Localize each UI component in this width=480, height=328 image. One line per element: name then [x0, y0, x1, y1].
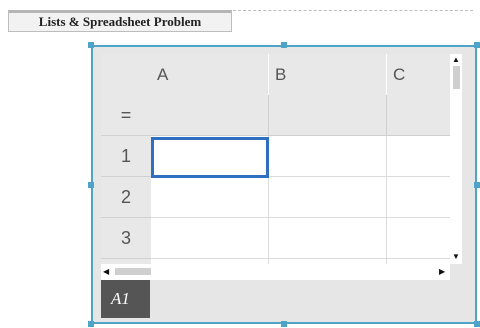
- resize-handle-top[interactable]: [281, 42, 287, 48]
- resize-handle-bottom-left[interactable]: [88, 321, 94, 327]
- spreadsheet-app-frame: A B C = 1 2 3 ▲ ▼ ◀ ▶ A1: [91, 45, 477, 324]
- row-header-1[interactable]: 1: [101, 136, 151, 177]
- column-header-c[interactable]: C: [387, 54, 458, 95]
- column-header-a[interactable]: A: [151, 54, 269, 95]
- vertical-scrollbar[interactable]: ▲ ▼: [450, 54, 462, 264]
- cell-c1[interactable]: [387, 136, 458, 177]
- tab-strip-divider: [233, 10, 473, 11]
- row-header-2[interactable]: 2: [101, 177, 151, 218]
- column-header-a-label: A: [157, 64, 169, 84]
- cell-reference-box[interactable]: A1: [101, 280, 150, 318]
- resize-handle-bottom[interactable]: [281, 321, 287, 327]
- column-header-b[interactable]: B: [269, 54, 387, 95]
- formula-cell-c[interactable]: [387, 95, 458, 136]
- table-row: 2: [101, 177, 458, 218]
- column-header-b-label: B: [275, 64, 287, 84]
- cell-c2[interactable]: [387, 177, 458, 218]
- scroll-down-arrow-icon[interactable]: ▼: [452, 253, 460, 261]
- spreadsheet-grid[interactable]: A B C = 1 2 3: [101, 54, 458, 264]
- column-header-c-label: C: [393, 64, 406, 84]
- cell-b3[interactable]: [269, 218, 387, 259]
- resize-handle-top-left[interactable]: [88, 42, 94, 48]
- resize-handle-bottom-right[interactable]: [474, 321, 480, 327]
- formula-cell-b[interactable]: [269, 95, 387, 136]
- scroll-up-arrow-icon[interactable]: ▲: [452, 56, 460, 64]
- cell-b1[interactable]: [269, 136, 387, 177]
- resize-handle-top-right[interactable]: [474, 42, 480, 48]
- scroll-left-arrow-icon[interactable]: ◀: [103, 268, 109, 276]
- vertical-scroll-thumb[interactable]: [453, 66, 460, 89]
- problem-tab-title: Lists & Spreadsheet Problem: [38, 14, 202, 29]
- horizontal-scrollbar[interactable]: ◀ ▶: [101, 264, 450, 280]
- row-header-3[interactable]: 3: [101, 218, 151, 259]
- horizontal-scroll-thumb[interactable]: [115, 268, 151, 275]
- column-header-row: A B C: [101, 54, 458, 95]
- formula-row-label[interactable]: =: [101, 95, 151, 136]
- scroll-right-arrow-icon[interactable]: ▶: [439, 268, 445, 276]
- formula-cell-a[interactable]: [151, 95, 269, 136]
- problem-tab[interactable]: Lists & Spreadsheet Problem: [8, 10, 232, 32]
- table-row: 3: [101, 218, 458, 259]
- resize-handle-left[interactable]: [88, 182, 94, 188]
- cell-a3[interactable]: [151, 218, 269, 259]
- resize-handle-right[interactable]: [474, 182, 480, 188]
- cell-a2[interactable]: [151, 177, 269, 218]
- selected-cell-highlight: [151, 137, 269, 178]
- cell-b2[interactable]: [269, 177, 387, 218]
- corner-cell[interactable]: [101, 54, 151, 95]
- formula-row: =: [101, 95, 458, 136]
- cell-c3[interactable]: [387, 218, 458, 259]
